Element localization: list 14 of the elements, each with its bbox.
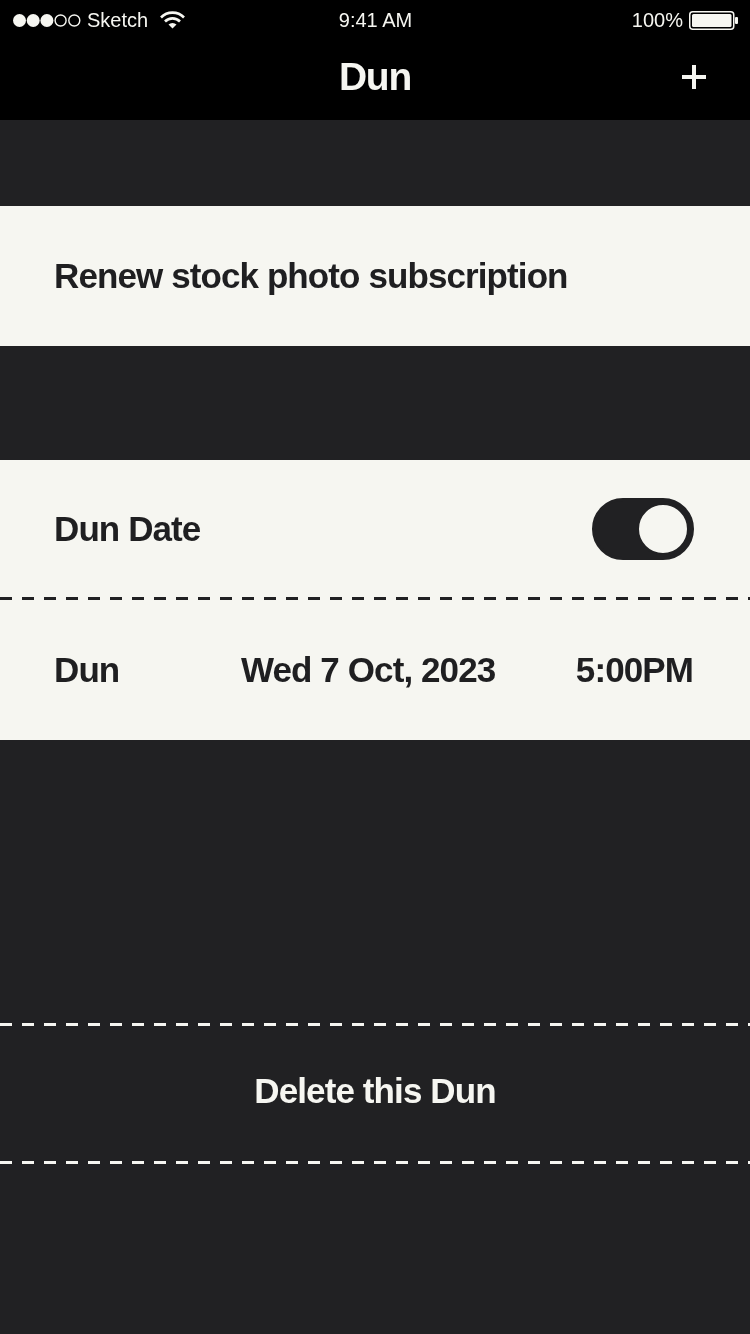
- carrier-name: Sketch: [87, 8, 149, 32]
- task-title[interactable]: Renew stock photo subscription: [54, 255, 568, 297]
- battery-percentage: 100%: [631, 8, 683, 32]
- plus-icon: [682, 65, 706, 89]
- time-value[interactable]: 5:00PM: [575, 649, 693, 691]
- date-value[interactable]: Wed 7 Oct, 2023: [241, 649, 576, 691]
- wifi-icon: [160, 11, 186, 29]
- setting-label: Dun Date: [54, 507, 201, 550]
- signal-strength-icon: [13, 13, 81, 27]
- nav-title: Dun: [338, 54, 412, 100]
- setting-label: Dun: [54, 649, 121, 691]
- status-time: 9:41 AM: [338, 8, 413, 32]
- battery-icon: [689, 10, 738, 30]
- add-button[interactable]: [682, 65, 706, 89]
